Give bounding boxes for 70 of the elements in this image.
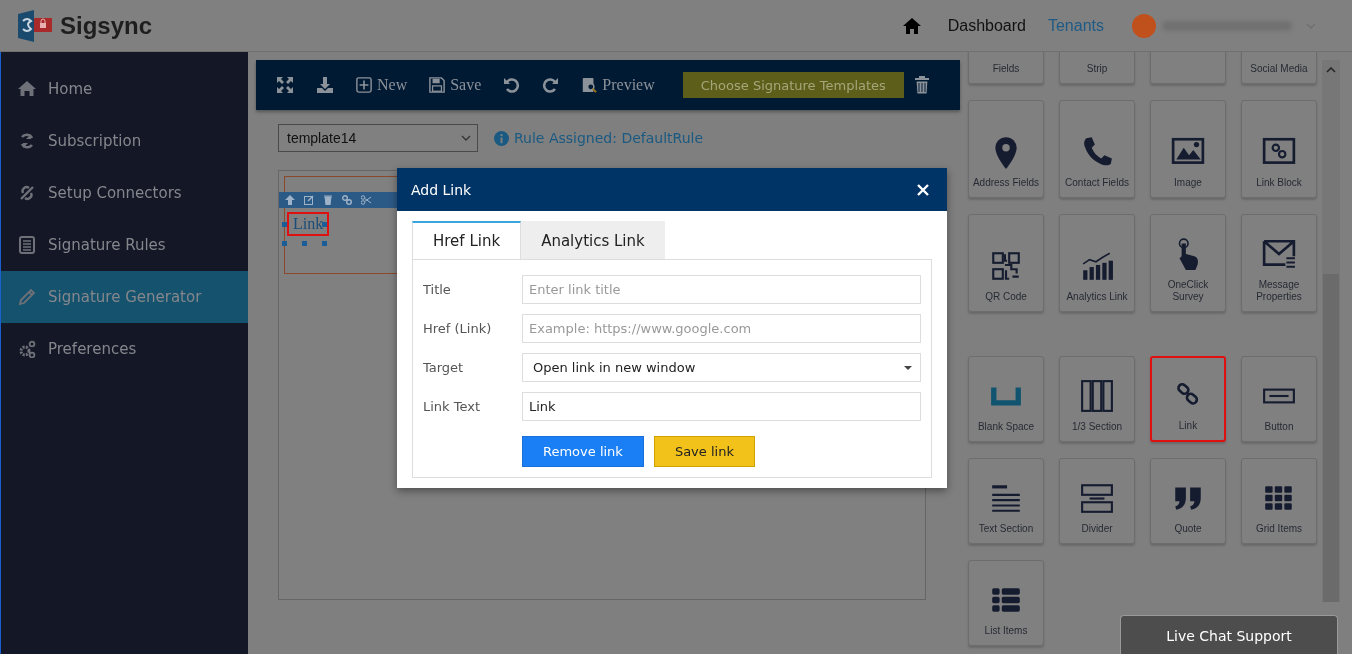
tile-label: OneClick Survey xyxy=(1166,279,1210,303)
tile-label: List Items xyxy=(984,625,1028,637)
save-link-button[interactable]: Save link xyxy=(653,436,755,467)
template-select[interactable]: template14 xyxy=(278,124,478,152)
tile-label: 1/3 Section xyxy=(1071,421,1122,433)
choose-templates-button[interactable]: Choose Signature Templates xyxy=(682,72,904,98)
tile-label: Divider xyxy=(1081,523,1113,535)
tile-label: Social Media xyxy=(1250,63,1308,75)
input-field[interactable]: Example: https://www.google.com xyxy=(522,314,921,343)
tile-label: Button xyxy=(1264,421,1294,433)
sidebar-item[interactable]: Home xyxy=(1,63,248,115)
nav-link[interactable]: Dashboard xyxy=(947,16,1026,35)
sidebar-item[interactable]: Setup Connectors xyxy=(1,167,248,219)
tile-label: Grid Items xyxy=(1255,523,1303,535)
palette-tile[interactable]: Image xyxy=(1150,100,1226,198)
target-select[interactable]: Open link in new window xyxy=(522,353,921,382)
palette-tile[interactable]: Address Fields xyxy=(968,100,1044,198)
live-chat-button[interactable]: Live Chat Support xyxy=(1120,615,1338,654)
tile-label: Strip xyxy=(1086,63,1108,75)
tile-label: Link Block xyxy=(1256,177,1302,189)
tile-label: Quote xyxy=(1174,523,1202,535)
tile-label: Fields xyxy=(992,63,1020,75)
field-label: Link Text xyxy=(423,399,482,414)
palette-tile[interactable]: Text Section xyxy=(968,458,1044,544)
field-label: Target xyxy=(423,360,465,375)
sidebar-item[interactable]: Signature Generator xyxy=(1,271,248,323)
tile-label: Blank Space xyxy=(977,421,1035,433)
modal-title: Add Link xyxy=(411,181,472,198)
tile-label: Message Properties xyxy=(1255,279,1303,303)
input-field[interactable]: Enter link title xyxy=(522,275,921,304)
rule-assigned-text: Rule Assigned: DefaultRule xyxy=(514,130,704,146)
save-button[interactable]: Save xyxy=(429,76,482,94)
sidebar-item[interactable]: Preferences xyxy=(1,323,248,375)
palette-tile[interactable]: Social Media xyxy=(1241,52,1317,84)
modal-tab[interactable]: Href Link xyxy=(412,221,522,259)
palette-tile[interactable]: Link Block xyxy=(1241,100,1317,198)
tile-label: Image xyxy=(1174,177,1202,189)
input-field[interactable]: Link xyxy=(522,392,921,421)
tile-label: Address Fields xyxy=(972,177,1040,189)
tile-label: Link xyxy=(1178,420,1198,432)
palette-tile[interactable]: Blank Space xyxy=(968,356,1044,442)
palette-tile[interactable]: Contact Fields xyxy=(1059,100,1135,198)
palette-tile[interactable]: Divider xyxy=(1059,458,1135,544)
modal-tab[interactable]: Analytics Link xyxy=(521,221,665,259)
tile-label: Analytics Link xyxy=(1066,291,1128,303)
field-label: Href (Link) xyxy=(423,321,493,336)
link-text[interactable]: Link xyxy=(287,212,330,236)
palette-tile[interactable]: Grid Items xyxy=(1241,458,1317,544)
palette-tile[interactable]: Button xyxy=(1241,356,1317,442)
logo-text: Sigsync xyxy=(60,11,153,40)
palette-tile[interactable]: OneClick Survey xyxy=(1150,214,1226,312)
remove-link-button[interactable]: Remove link xyxy=(522,436,644,467)
new-button[interactable]: New xyxy=(356,76,408,94)
tile-label: Text Section xyxy=(978,523,1034,535)
palette-tile[interactable]: Analytics Link xyxy=(1059,214,1135,312)
palette-tile[interactable]: List Items xyxy=(968,560,1044,646)
palette-tile[interactable]: Message Properties xyxy=(1241,214,1317,312)
palette-tile[interactable]: Strip xyxy=(1059,52,1135,84)
palette-tile[interactable]: 1/3 Section xyxy=(1059,356,1135,442)
preview-button[interactable]: Preview xyxy=(581,76,655,94)
select-value: Open link in new window xyxy=(533,360,696,375)
field-label: Title xyxy=(423,282,452,297)
tile-label: QR Code xyxy=(985,291,1027,303)
sidebar-item[interactable]: Signature Rules xyxy=(1,219,248,271)
palette-tile[interactable]: Link xyxy=(1150,356,1226,442)
palette-tile[interactable]: Quote xyxy=(1150,458,1226,544)
palette-tile[interactable]: QR Code xyxy=(968,214,1044,312)
tile-label: Contact Fields xyxy=(1065,177,1129,189)
palette-tile[interactable]: Fields xyxy=(968,52,1044,84)
sidebar-item[interactable]: Subscription xyxy=(1,115,248,167)
